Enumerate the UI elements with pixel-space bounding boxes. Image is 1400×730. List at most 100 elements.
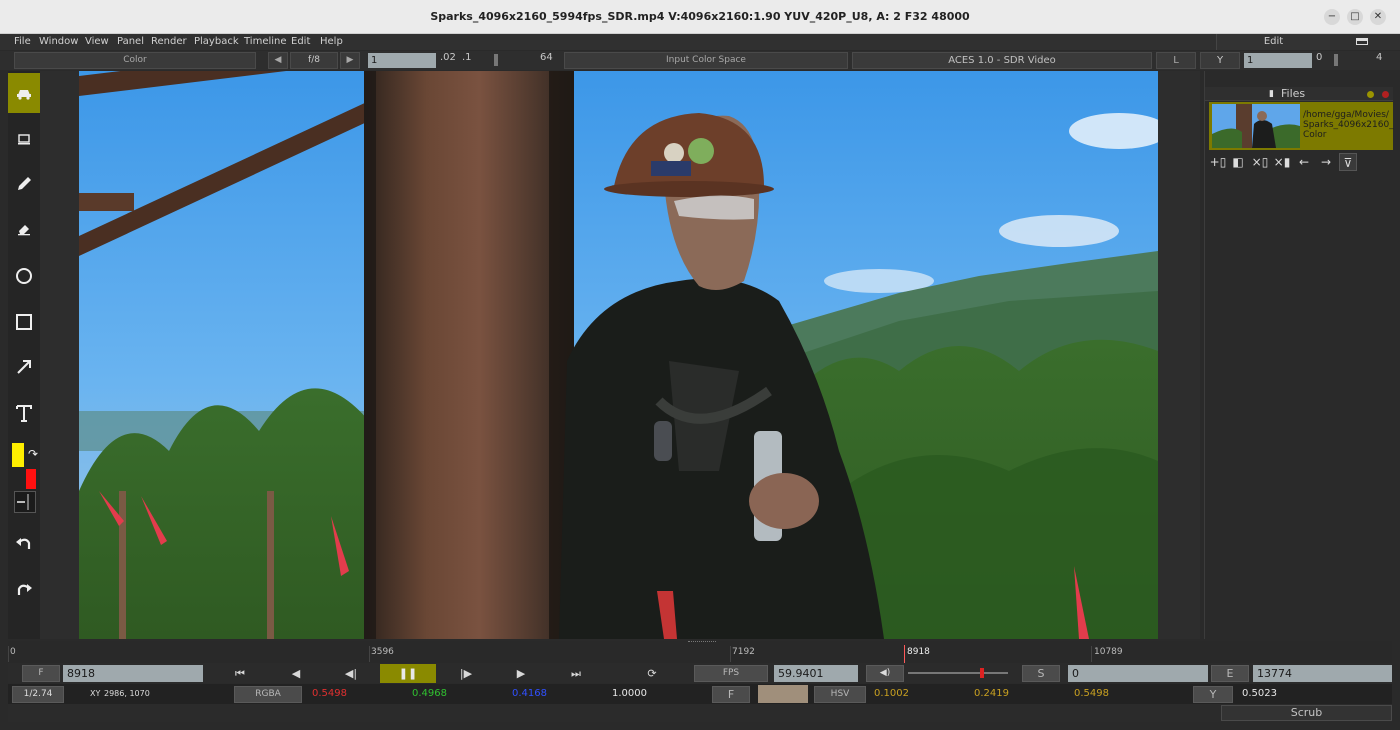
menu-file[interactable]: File: [14, 34, 31, 50]
pixel-filter-button[interactable]: F: [712, 686, 750, 703]
swap-colors-icon[interactable]: ↷: [28, 447, 38, 461]
pencil-tool-button[interactable]: [8, 164, 40, 204]
play-forwards-icon[interactable]: |▶: [456, 665, 476, 682]
menu-bar: File Window View Panel Render Playback T…: [0, 34, 1400, 50]
panel-close-icon[interactable]: [1382, 91, 1389, 98]
redo-button[interactable]: [8, 569, 40, 609]
menu-edit[interactable]: Edit: [291, 34, 310, 50]
volume-slider-handle[interactable]: [980, 668, 984, 678]
menu-timeline[interactable]: Timeline: [244, 34, 287, 50]
gain-tick-label: 64: [540, 52, 553, 63]
timeline-resize-handle[interactable]: [688, 641, 716, 645]
eraser-tool-button[interactable]: [8, 209, 40, 249]
redo-icon: [17, 584, 32, 595]
maximize-icon[interactable]: □: [1347, 9, 1363, 25]
blue-value: 0.4168: [512, 688, 547, 699]
menu-panel[interactable]: Panel: [117, 34, 144, 50]
gamma-tick-label: 4: [1376, 52, 1383, 63]
selection-tool-button[interactable]: [8, 119, 40, 159]
duplicate-file-icon[interactable]: ◧: [1229, 153, 1247, 171]
rgba-mode-button[interactable]: RGBA: [234, 686, 302, 703]
minimize-icon[interactable]: −: [1324, 9, 1340, 25]
timeline-label: 3596: [371, 647, 394, 657]
window-title: Sparks_4096x2160_5994fps_SDR.mp4 V:4096x…: [430, 10, 970, 23]
scrub-tool-button[interactable]: [8, 73, 40, 113]
volume-slider-track[interactable]: [908, 668, 1008, 678]
gamma-input[interactable]: 1: [1244, 53, 1312, 68]
layout-toggle-icon[interactable]: [1356, 38, 1368, 45]
close-all-files-icon[interactable]: ×▮: [1273, 153, 1291, 171]
rectangle-tool-button[interactable]: [8, 302, 40, 342]
start-frame-input[interactable]: 0: [1068, 665, 1208, 682]
hsv-mode-button[interactable]: HSV: [814, 686, 866, 703]
fstop-decrease-button[interactable]: ◀: [268, 52, 288, 69]
previous-file-icon[interactable]: ←: [1295, 153, 1313, 171]
display-view-selector[interactable]: ACES 1.0 - SDR Video: [852, 52, 1152, 69]
close-file-icon[interactable]: ×▯: [1251, 153, 1269, 171]
video-viewer[interactable]: [79, 71, 1158, 639]
next-file-icon[interactable]: →: [1317, 153, 1335, 171]
panel-float-icon[interactable]: [1367, 91, 1374, 98]
go-to-end-icon[interactable]: ⏭: [566, 665, 586, 682]
circle-tool-button[interactable]: [8, 256, 40, 296]
add-file-icon[interactable]: +▯: [1209, 153, 1227, 171]
text-tool-icon: [16, 405, 32, 422]
gamma-slider-handle[interactable]: [1334, 54, 1338, 66]
volume-icon[interactable]: ◀): [866, 665, 904, 682]
lut-button[interactable]: L: [1156, 52, 1196, 69]
action-mode-status: Scrub: [1221, 705, 1392, 721]
fstop-increase-button[interactable]: ▶: [340, 52, 360, 69]
menu-window[interactable]: Window: [39, 34, 78, 50]
luminance-mode-button[interactable]: Y: [1193, 686, 1233, 703]
video-frame-image: [79, 71, 1158, 639]
pencil-tool-icon: [18, 177, 31, 190]
playhead-frame-label: 8918: [907, 647, 930, 657]
arrow-tool-button[interactable]: [8, 347, 40, 387]
timeline-tick: [730, 646, 731, 662]
undo-button[interactable]: [8, 523, 40, 563]
text-tool-button[interactable]: [8, 393, 40, 433]
gamma-tick-label: 0: [1316, 52, 1323, 63]
channel-selector[interactable]: Color: [14, 52, 256, 69]
close-icon[interactable]: ✕: [1370, 9, 1386, 25]
timeline-label: 7192: [732, 647, 755, 657]
line-width-control[interactable]: [14, 491, 36, 513]
menu-view[interactable]: View: [85, 34, 109, 50]
file-entry[interactable]: /home/gga/Movies/ Sparks_4096x2160_ Colo…: [1209, 102, 1394, 150]
fstop-display[interactable]: f/8: [290, 52, 338, 69]
input-color-space-selector[interactable]: Input Color Space: [564, 52, 848, 69]
background-color-swatch[interactable]: [26, 469, 36, 489]
end-frame-input[interactable]: 13774: [1253, 665, 1392, 682]
timeline[interactable]: 0 3596 7192 8918 10789: [8, 641, 1392, 663]
gain-slider-handle[interactable]: [494, 54, 498, 66]
foreground-color-swatch[interactable]: [12, 443, 24, 467]
gain-input[interactable]: 1: [368, 53, 436, 68]
timeline-label: 0: [10, 647, 16, 657]
go-to-start-icon[interactable]: ⏮: [230, 665, 250, 682]
loop-icon[interactable]: ⟳: [642, 665, 662, 682]
step-forward-icon[interactable]: ▶: [511, 665, 531, 682]
status-bar: Scrub: [8, 704, 1392, 722]
transport-bar: F 8918 ⏮ ◀ ◀| ❚❚ |▶ ▶ ⏭ ⟳ FPS 59.9401 ◀)…: [8, 663, 1392, 683]
pause-icon: ❚❚: [398, 667, 418, 680]
file-thumbnail: [1212, 104, 1300, 148]
edit-mode-button[interactable]: Edit: [1216, 34, 1330, 50]
alpha-value: 1.0000: [612, 688, 647, 699]
start-label: S: [1022, 665, 1060, 682]
playhead[interactable]: [904, 645, 905, 663]
pause-button[interactable]: ❚❚: [380, 664, 436, 683]
scrub-tool-icon: [17, 90, 31, 100]
zoom-button[interactable]: 1/2.74: [12, 686, 64, 703]
file-path: /home/gga/Movies/ Sparks_4096x2160_ Colo…: [1303, 110, 1394, 140]
play-backwards-icon[interactable]: ◀|: [341, 665, 361, 682]
fps-input[interactable]: 59.9401: [774, 665, 858, 682]
menu-render[interactable]: Render: [151, 34, 187, 50]
menu-help[interactable]: Help: [320, 34, 343, 50]
gamma-channel-selector[interactable]: Y: [1200, 52, 1240, 69]
red-value: 0.5498: [312, 688, 347, 699]
step-back-icon[interactable]: ◀: [286, 665, 306, 682]
frame-input[interactable]: 8918: [63, 665, 203, 682]
menu-playback[interactable]: Playback: [194, 34, 239, 50]
filter-icon[interactable]: ⊽: [1339, 153, 1357, 171]
gain-tick-label: .1: [462, 52, 472, 63]
